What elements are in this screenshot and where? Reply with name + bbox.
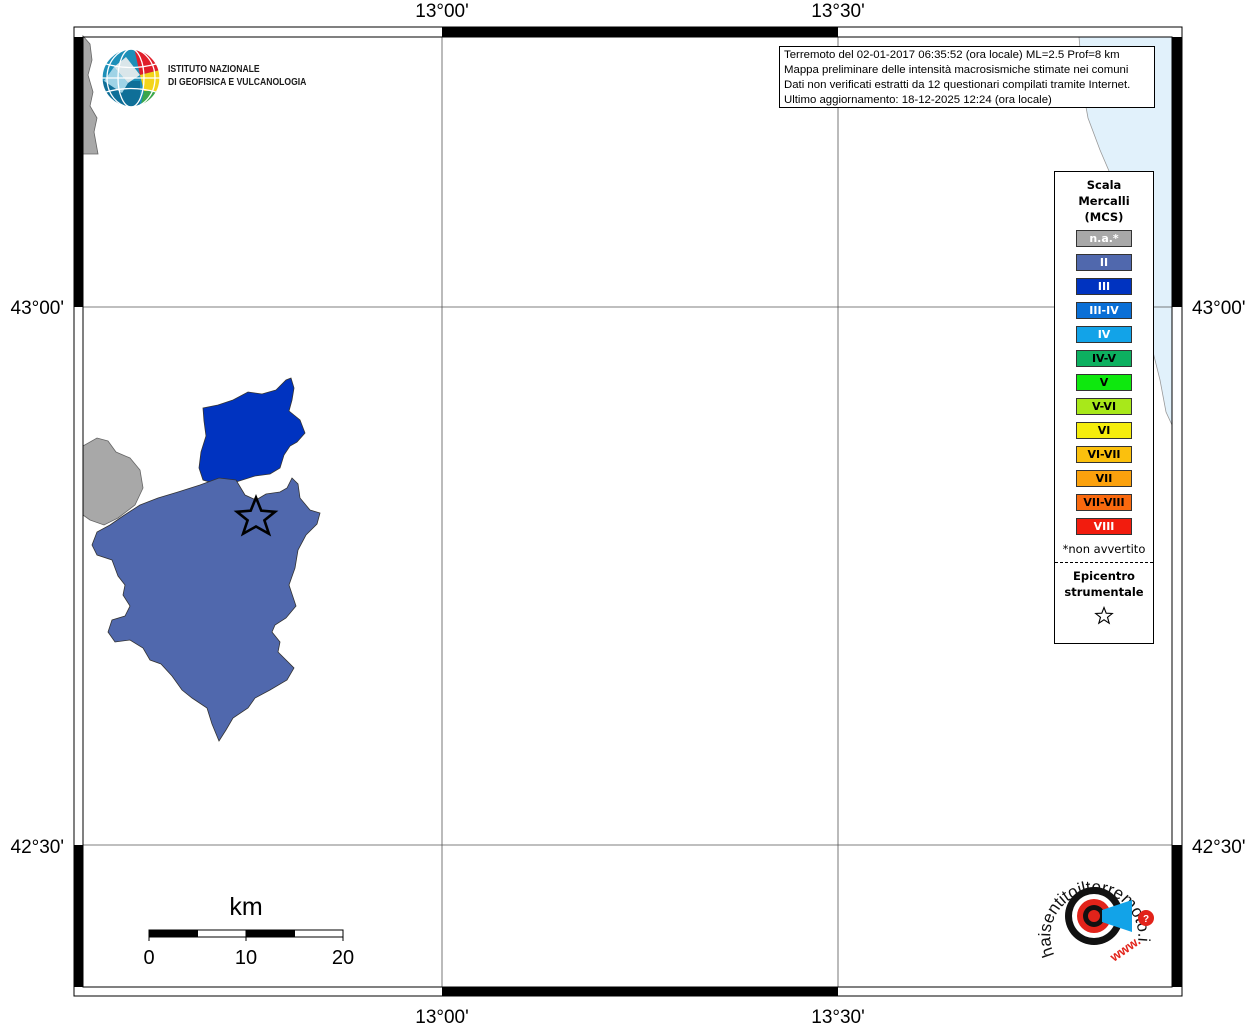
legend-swatch-vi: VI bbox=[1076, 422, 1132, 439]
legend-swatch-n-a: n.a.* bbox=[1076, 230, 1132, 247]
legend-swatch-ii: II bbox=[1076, 254, 1132, 271]
legend-swatch-iii: III bbox=[1076, 278, 1132, 295]
legend-swatch-vii: VII bbox=[1076, 470, 1132, 487]
legend-swatch-iv: IV bbox=[1076, 326, 1132, 343]
event-info-line3: Dati non verificati estratti da 12 quest… bbox=[784, 79, 1131, 91]
scale-bar: km 0 10 20 bbox=[143, 893, 354, 969]
svg-text:?: ? bbox=[1143, 914, 1149, 925]
mcs-legend: Scala Mercalli (MCS) n.a.* II III III-IV IV I… bbox=[1054, 171, 1154, 644]
left-lat-label-4230: 42°30' bbox=[11, 837, 65, 858]
haisentito-logo: haisentitoilterremoto.it ? www. bbox=[1032, 843, 1160, 984]
legend-note: *non avvertito bbox=[1062, 542, 1146, 556]
left-lat-label-4300: 43°00' bbox=[11, 298, 65, 319]
legend-epicenter-line2: strumentale bbox=[1064, 585, 1144, 599]
municipality-na-top bbox=[82, 34, 99, 155]
ingv-name: ISTITUTO NAZIONALE DI GEOFISICA E VULCAN… bbox=[168, 63, 306, 89]
legend-epicenter-line1: Epicentro bbox=[1073, 569, 1135, 583]
ingv-name-line2: DI GEOFISICA E VULCANOLOGIA bbox=[168, 76, 307, 88]
scale-bar-unit: km bbox=[229, 893, 262, 921]
scale-bar-tick-0: 0 bbox=[143, 947, 154, 969]
legend-swatch-v-vi: V-VI bbox=[1076, 398, 1132, 415]
right-lat-label-4230: 42°30' bbox=[1192, 837, 1246, 858]
ingv-name-line1: ISTITUTO NAZIONALE bbox=[168, 63, 260, 75]
legend-swatch-vii-viii: VII-VIII bbox=[1076, 494, 1132, 511]
bottom-lon-label-1330: 13°30' bbox=[811, 1007, 865, 1024]
legend-title-line2: Mercalli bbox=[1078, 194, 1130, 208]
legend-title-line3: (MCS) bbox=[1084, 210, 1124, 224]
legend-swatches: n.a.* II III III-IV IV IV-V V V-VI VI VI-VII VII VI… bbox=[1055, 230, 1153, 535]
ingv-globe-icon bbox=[101, 48, 161, 108]
event-info-line2: Mappa preliminare delle intensità macros… bbox=[784, 64, 1129, 76]
top-lon-label-1330: 13°30' bbox=[811, 1, 865, 22]
legend-swatch-iv-v: IV-V bbox=[1076, 350, 1132, 367]
event-info-line4: Ultimo aggiornamento: 18-12-2025 12:24 (… bbox=[784, 94, 1052, 106]
legend-epicenter-label: Epicentro strumentale bbox=[1055, 568, 1153, 600]
municipality-intensity-ii bbox=[91, 477, 321, 742]
scale-bar-tick-10: 10 bbox=[235, 947, 257, 969]
legend-divider bbox=[1055, 562, 1153, 563]
legend-swatch-v: V bbox=[1076, 374, 1132, 391]
event-info-line1: Terremoto del 02-01-2017 06:35:52 (ora l… bbox=[784, 49, 1120, 61]
legend-title-line1: Scala bbox=[1086, 178, 1122, 192]
legend-swatch-viii: VIII bbox=[1076, 518, 1132, 535]
scale-bar-tick-20: 20 bbox=[332, 947, 354, 969]
right-lat-label-4300: 43°00' bbox=[1192, 298, 1246, 319]
bottom-lon-label-1300: 13°00' bbox=[415, 1007, 469, 1024]
event-info-box: Terremoto del 02-01-2017 06:35:52 (ora l… bbox=[779, 46, 1155, 108]
top-lon-label-1300: 13°00' bbox=[415, 1, 469, 22]
legend-star-icon bbox=[1055, 605, 1153, 630]
legend-swatch-vi-vii: VI-VII bbox=[1076, 446, 1132, 463]
legend-title: Scala Mercalli (MCS) bbox=[1055, 177, 1153, 225]
municipality-intensity-iii bbox=[198, 377, 306, 485]
legend-swatch-iii-iv: III-IV bbox=[1076, 302, 1132, 319]
ingv-logo: ISTITUTO NAZIONALE DI GEOFISICA E VULCAN… bbox=[100, 47, 320, 109]
